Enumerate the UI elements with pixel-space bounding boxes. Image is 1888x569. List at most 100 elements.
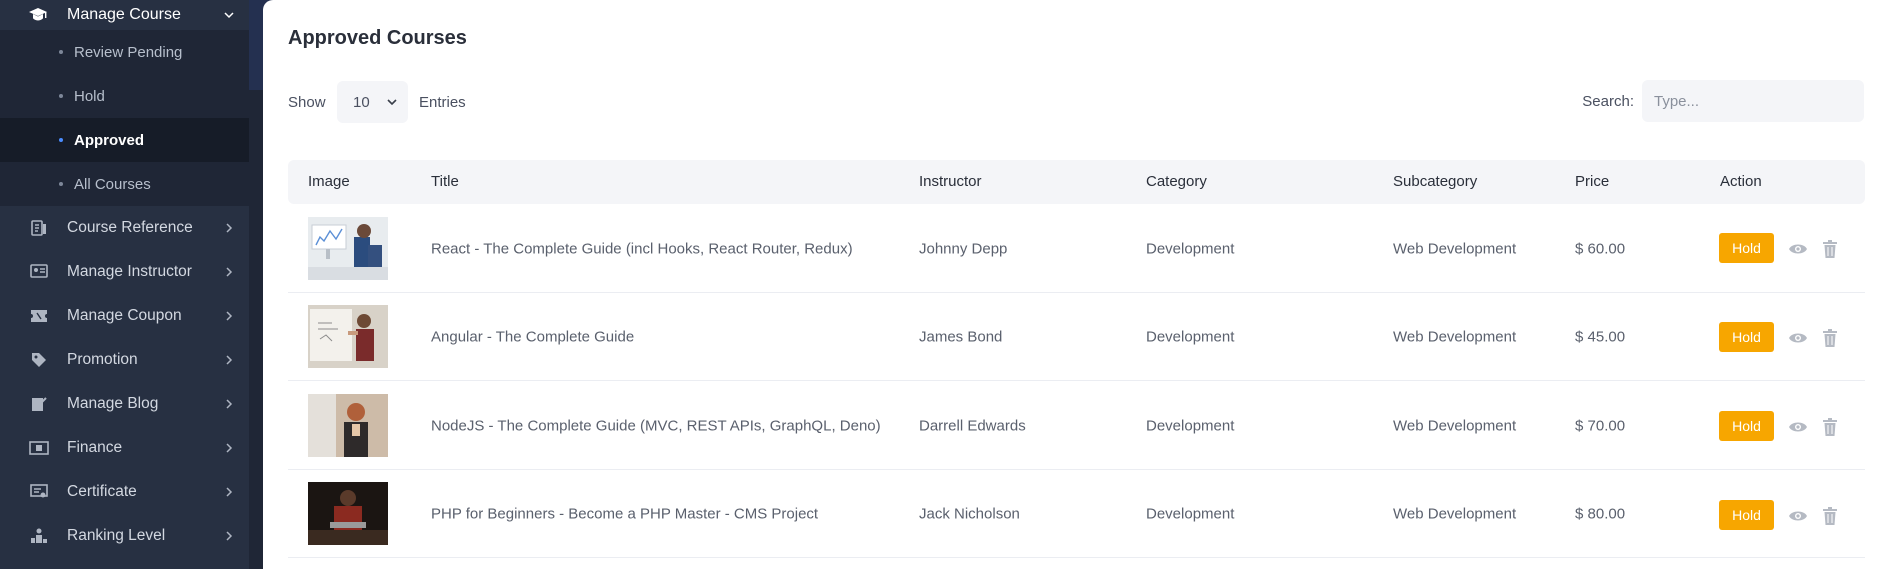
course-price: $ 80.00 <box>1575 505 1626 522</box>
course-title: PHP for Beginners - Become a PHP Master … <box>431 505 819 522</box>
sidebar-subitem-label: All Courses <box>74 175 151 193</box>
course-thumbnail <box>308 482 388 545</box>
hold-button[interactable]: Hold <box>1719 322 1774 352</box>
table-row: React - The Complete Guide (incl Hooks, … <box>288 205 1865 293</box>
course-subcategory: Web Development <box>1393 505 1517 522</box>
trash-icon[interactable] <box>1820 239 1840 259</box>
column-header-instructor: Instructor <box>919 173 982 190</box>
sidebar-item-manage-instructor[interactable]: Manage Instructor <box>0 250 249 294</box>
search-input[interactable] <box>1642 80 1864 122</box>
hold-button[interactable]: Hold <box>1719 233 1774 263</box>
column-header-category: Category <box>1146 173 1207 190</box>
course-title: Angular - The Complete Guide <box>431 328 635 345</box>
course-subcategory: Web Development <box>1393 417 1517 434</box>
chevron-down-icon <box>224 12 234 19</box>
hold-button[interactable]: Hold <box>1719 411 1774 441</box>
eye-icon[interactable] <box>1788 506 1808 526</box>
chevron-right-icon <box>226 399 233 409</box>
chevron-right-icon <box>226 311 233 321</box>
certificate-icon <box>29 482 49 502</box>
sidebar-subitem-hold[interactable]: Hold <box>0 74 249 118</box>
course-title: NodeJS - The Complete Guide (MVC, REST A… <box>431 417 881 434</box>
chevron-right-icon <box>226 267 233 277</box>
chevron-right-icon <box>226 531 233 541</box>
bullet-icon <box>59 94 63 98</box>
manage-course-submenu: Review Pending Hold Approved All Courses <box>0 30 249 206</box>
table-row: NodeJS - The Complete Guide (MVC, REST A… <box>288 382 1865 470</box>
show-label: Show <box>288 94 326 111</box>
chevron-right-icon <box>226 223 233 233</box>
sidebar-item-manage-course[interactable]: Manage Course <box>0 0 249 30</box>
course-thumbnail <box>308 217 388 280</box>
course-instructor: Johnny Depp <box>919 240 1008 257</box>
course-thumbnail <box>308 305 388 368</box>
hold-button[interactable]: Hold <box>1719 500 1774 530</box>
course-instructor: Darrell Edwards <box>919 417 1026 434</box>
chevron-down-icon <box>387 99 397 106</box>
course-price: $ 70.00 <box>1575 417 1626 434</box>
sidebar-item-ranking-level[interactable]: Ranking Level <box>0 514 249 558</box>
bullet-icon <box>59 138 63 142</box>
course-instructor: James Bond <box>919 328 1003 345</box>
column-header-title: Title <box>431 173 459 190</box>
entries-select[interactable]: 10 <box>337 81 408 123</box>
course-subcategory: Web Development <box>1393 240 1517 257</box>
course-price: $ 45.00 <box>1575 328 1626 345</box>
reference-icon <box>29 218 49 238</box>
sidebar-subitem-label: Approved <box>74 131 145 149</box>
coupon-icon <box>29 306 49 326</box>
eye-icon[interactable] <box>1788 239 1808 259</box>
sidebar-item-promotion[interactable]: Promotion <box>0 338 249 382</box>
sidebar-item-label: Manage Coupon <box>67 307 182 324</box>
entries-value: 10 <box>353 93 370 111</box>
sidebar-subitem-label: Review Pending <box>74 43 183 61</box>
table-header: Image Title Instructor Category Subcateg… <box>288 160 1865 204</box>
sidebar-item-course-reference[interactable]: Course Reference <box>0 206 249 250</box>
sidebar-subitem-all-courses[interactable]: All Courses <box>0 162 249 206</box>
sidebar: Manage Course Review Pending Hold Approv… <box>0 0 249 569</box>
bullet-icon <box>59 182 63 186</box>
trash-icon[interactable] <box>1820 328 1840 348</box>
column-header-action: Action <box>1720 173 1762 190</box>
approved-courses-card: Approved Courses Show 10 Entries Search:… <box>263 0 1888 569</box>
sidebar-item-label: Course Reference <box>67 219 193 236</box>
trash-icon[interactable] <box>1820 506 1840 526</box>
course-subcategory: Web Development <box>1393 328 1517 345</box>
search-label: Search: <box>1582 93 1634 110</box>
table-row: PHP for Beginners - Become a PHP Master … <box>288 470 1865 558</box>
entries-label: Entries <box>419 94 466 111</box>
sidebar-item-label: Manage Blog <box>67 395 159 412</box>
ranking-icon <box>29 526 49 546</box>
column-header-price: Price <box>1575 173 1610 190</box>
sidebar-item-label: Manage Course <box>67 6 181 23</box>
sidebar-subitem-approved[interactable]: Approved <box>0 118 249 162</box>
column-header-image: Image <box>308 173 350 190</box>
sidebar-item-certificate[interactable]: Certificate <box>0 470 249 514</box>
page-title: Approved Courses <box>288 27 467 49</box>
chevron-right-icon <box>226 355 233 365</box>
sidebar-subitem-label: Hold <box>74 87 105 105</box>
eye-icon[interactable] <box>1788 417 1808 437</box>
sidebar-item-finance[interactable]: Finance <box>0 426 249 470</box>
sidebar-item-manage-coupon[interactable]: Manage Coupon <box>0 294 249 338</box>
money-icon <box>29 438 49 458</box>
sidebar-item-label: Finance <box>67 439 123 456</box>
sidebar-item-label: Manage Instructor <box>67 263 192 280</box>
sidebar-item-manage-blog[interactable]: Manage Blog <box>0 382 249 426</box>
course-category: Development <box>1146 505 1235 522</box>
sidebar-item-label: Certificate <box>67 483 137 500</box>
course-category: Development <box>1146 417 1235 434</box>
sidebar-subitem-review-pending[interactable]: Review Pending <box>0 30 249 74</box>
eye-icon[interactable] <box>1788 328 1808 348</box>
sidebar-item-label: Ranking Level <box>67 527 166 544</box>
column-header-subcategory: Subcategory <box>1393 173 1478 190</box>
graduation-cap-icon <box>28 5 48 25</box>
course-category: Development <box>1146 240 1235 257</box>
trash-icon[interactable] <box>1820 417 1840 437</box>
course-price: $ 60.00 <box>1575 240 1626 257</box>
bullet-icon <box>59 50 63 54</box>
instructor-icon <box>29 262 49 282</box>
sidebar-item-label: Promotion <box>67 351 138 368</box>
course-thumbnail <box>308 394 388 457</box>
course-title: React - The Complete Guide (incl Hooks, … <box>431 240 853 257</box>
